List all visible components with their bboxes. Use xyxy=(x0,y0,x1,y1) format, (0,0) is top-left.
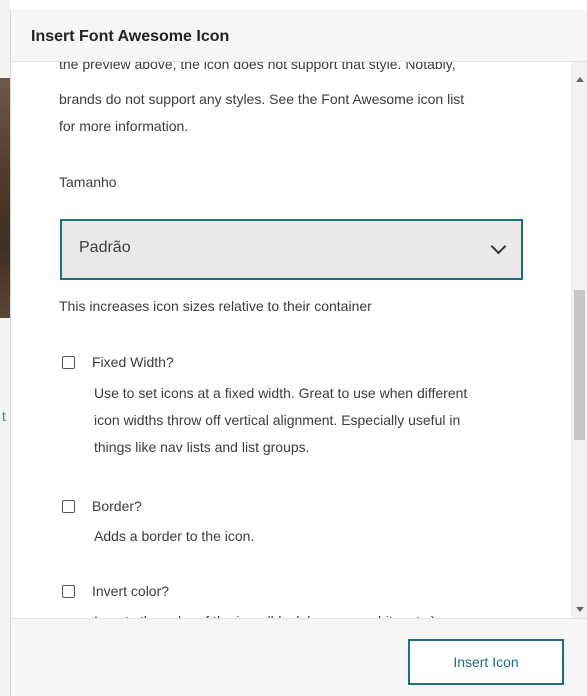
scroll-down-arrow-icon[interactable] xyxy=(576,607,584,612)
fixed-width-checkbox[interactable] xyxy=(62,356,75,369)
border-checkbox[interactable] xyxy=(62,500,75,513)
fixed-width-label[interactable]: Fixed Width? xyxy=(92,354,174,370)
size-select-value: Padrão xyxy=(79,239,131,256)
description-line: Adds a border to the icon. xyxy=(94,528,255,544)
styles-note-clipped-line: the preview above, the icon does not sup… xyxy=(59,62,456,72)
dialog-content: the preview above, the icon does not sup… xyxy=(11,62,571,618)
chevron-down-icon xyxy=(490,238,507,255)
size-select[interactable]: Padrão xyxy=(60,219,523,280)
invert-color-checkbox[interactable] xyxy=(62,585,75,598)
scrollbar-thumb[interactable] xyxy=(574,290,585,440)
dialog-header: Insert Font Awesome Icon xyxy=(11,10,587,62)
size-help-text: This increases icon sizes relative to th… xyxy=(59,298,372,314)
description-line: things like nav lists and list groups. xyxy=(94,439,310,455)
styles-note: the preview above, the icon does not sup… xyxy=(59,62,539,138)
description-line: Inverts the color of the icon (black bec… xyxy=(94,608,544,618)
description-line: icon widths throw off vertical alignment… xyxy=(94,412,461,428)
insert-icon-dialog: Insert Font Awesome Icon the preview abo… xyxy=(10,10,587,696)
fixed-width-description: Use to set icons at a fixed width. Great… xyxy=(94,380,544,461)
size-label: Tamanho xyxy=(59,174,117,190)
border-label[interactable]: Border? xyxy=(92,498,142,514)
dialog-footer: Insert Icon xyxy=(11,618,587,696)
styles-note-line: brands do not support any styles. See th… xyxy=(59,91,465,107)
scroll-up-arrow-icon[interactable] xyxy=(576,77,584,82)
invert-color-label[interactable]: Invert color? xyxy=(92,583,169,599)
styles-note-line: for more information. xyxy=(59,118,189,134)
insert-icon-button[interactable]: Insert Icon xyxy=(408,639,564,685)
background-link-fragment[interactable]: t xyxy=(2,408,6,424)
content-scrollbar[interactable] xyxy=(571,62,587,618)
dialog-title: Insert Font Awesome Icon xyxy=(31,28,230,45)
background-image xyxy=(0,78,10,318)
invert-color-description: Inverts the color of the icon (black bec… xyxy=(94,608,544,618)
border-description: Adds a border to the icon. xyxy=(94,523,544,550)
description-line: Use to set icons at a fixed width. Great… xyxy=(94,385,468,401)
